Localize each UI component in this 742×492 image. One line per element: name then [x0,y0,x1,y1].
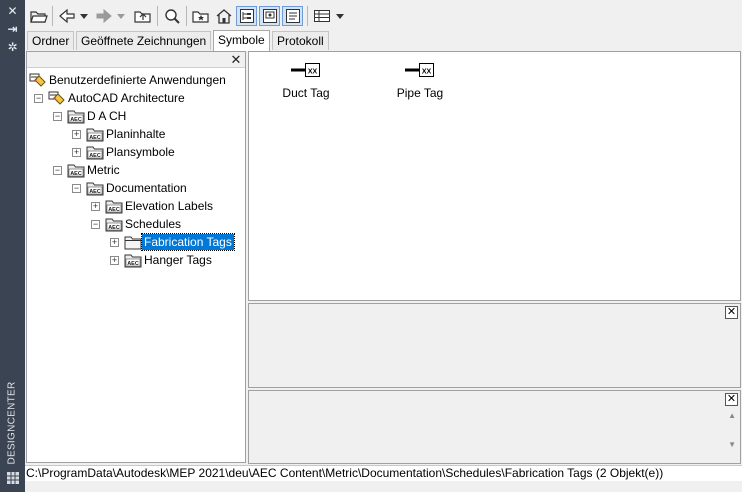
description-pane: ✕ ▲ ▼ [248,390,741,464]
palette-autohide-button[interactable]: ⇥ [4,22,21,36]
tab-symbols[interactable]: Symbole [213,30,270,51]
content-item-duct-tag[interactable]: XX Duct Tag [261,62,351,100]
tab-open-drawings[interactable]: Geöffnete Zeichnungen [76,31,212,50]
svg-text:AEC: AEC [89,135,101,141]
expand-icon[interactable]: + [91,202,100,211]
tree-view-toggle-icon[interactable] [236,6,257,26]
collapse-icon[interactable]: − [53,112,62,121]
tree-item[interactable]: AEC Hanger Tags [124,251,214,269]
palette-close-button[interactable]: ✕ [4,4,21,18]
back-icon[interactable] [57,6,77,26]
home-icon[interactable] [214,6,234,26]
load-icon[interactable] [29,6,49,26]
tree-header: ✕ [27,52,245,68]
tree-item-label: Metric [87,163,120,177]
tree-item-label: Plansymbole [106,145,175,159]
folder-tree[interactable]: ✕ Benutzerdefinierte Anwendungen − AutoCAD… [26,51,246,463]
designcenter-panel: Ordner Geöffnete Zeichnungen Symbole Pro… [25,0,742,492]
status-path: C:\ProgramData\Autodesk\MEP 2021\deu\AEC… [26,466,664,480]
palette-properties-button[interactable]: ✲ [4,40,21,54]
tab-bar: Ordner Geöffnete Zeichnungen Symbole Pro… [25,30,742,51]
back-dropdown-icon[interactable] [78,6,90,26]
tree-item[interactable]: AutoCAD Architecture [48,89,187,107]
expand-icon[interactable]: + [72,148,81,157]
tag-symbol-icon: XX [261,62,351,80]
svg-text:AEC: AEC [70,171,82,177]
expand-icon[interactable]: + [110,238,119,247]
collapse-icon[interactable]: − [53,166,62,175]
tree-item-label: Hanger Tags [144,253,212,267]
scroll-down-icon[interactable]: ▼ [728,440,736,449]
views-icon[interactable] [312,6,332,26]
expand-icon[interactable]: + [72,130,81,139]
custom-app-icon [29,73,46,87]
svg-text:AEC: AEC [108,225,120,231]
svg-text:XX: XX [422,69,432,76]
svg-text:AEC: AEC [108,207,120,213]
tab-history[interactable]: Protokoll [272,31,329,50]
aec-folder-icon: AEC [124,254,142,268]
svg-text:AEC: AEC [70,117,82,123]
content-item-label: Duct Tag [282,86,330,100]
up-icon[interactable] [133,6,153,26]
aec-folder-icon: AEC [86,128,104,142]
svg-text:AEC: AEC [127,261,139,267]
folder-icon [124,236,142,250]
aec-folder-icon: AEC [67,164,85,178]
tree-item-label: Schedules [125,217,182,231]
tree-item[interactable]: Fabrication Tags [124,233,235,251]
tree-item[interactable]: AEC Plansymbole [86,143,177,161]
content-item-pipe-tag[interactable]: XX Pipe Tag [375,62,465,100]
views-dropdown-icon[interactable] [334,6,346,26]
collapse-icon[interactable]: − [91,220,100,229]
collapse-icon[interactable]: − [72,184,81,193]
search-icon[interactable] [162,6,182,26]
custom-app-icon [48,91,65,105]
palette-title-bar: ✕ ⇥ ✲ DESIGNCENTER [0,0,25,492]
tree-item-label: AutoCAD Architecture [68,91,185,105]
tree-item[interactable]: AEC Documentation [86,179,189,197]
aec-folder-icon: AEC [105,218,123,232]
tree-item-label: Elevation Labels [125,199,214,213]
scroll-up-icon[interactable]: ▲ [728,411,736,420]
aec-folder-icon: AEC [105,200,123,214]
tree-item-label: D A CH [87,109,127,123]
tree-item-label: Fabrication Tags [141,233,235,251]
toolbar [25,0,742,30]
tree-item-label: Benutzerdefinierte Anwendungen [49,73,226,87]
svg-text:XX: XX [308,69,318,76]
palette-title: DESIGNCENTER [6,381,18,465]
preview-pane: ✕ [248,303,741,388]
status-bar: C:\ProgramData\Autodesk\MEP 2021\deu\AEC… [25,465,742,481]
tab-folders[interactable]: Ordner [27,31,75,50]
tree-close-button[interactable]: ✕ [229,52,243,67]
aec-folder-icon: AEC [86,182,104,196]
tree-item[interactable]: AEC Elevation Labels [105,197,215,215]
tree-item-label: Documentation [106,181,187,195]
favorites-icon[interactable] [191,6,211,26]
svg-text:AEC: AEC [89,189,101,195]
aec-folder-icon: AEC [67,110,85,124]
tree-item[interactable]: Benutzerdefinierte Anwendungen [29,71,228,89]
palette-grid-icon [4,472,21,486]
collapse-icon[interactable]: − [34,94,43,103]
tree-item[interactable]: AEC D A CH [67,107,128,125]
content-item-label: Pipe Tag [396,86,444,100]
preview-close-button[interactable]: ✕ [725,306,738,319]
tree-item[interactable]: AEC Planinhalte [86,125,167,143]
svg-text:AEC: AEC [89,153,101,159]
forward-icon[interactable] [94,6,114,26]
tag-symbol-icon: XX [375,62,465,80]
description-close-button[interactable]: ✕ [725,393,738,406]
description-icon[interactable] [282,6,303,26]
aec-folder-icon: AEC [86,146,104,160]
tree-item[interactable]: AEC Metric [67,161,122,179]
tree-item-label: Planinhalte [106,127,166,141]
tree-item[interactable]: AEC Schedules [105,215,183,233]
content-area[interactable]: XX Duct Tag XX Pipe Tag [248,51,741,301]
forward-dropdown-icon[interactable] [115,6,127,26]
preview-icon[interactable] [259,6,280,26]
expand-icon[interactable]: + [110,256,119,265]
